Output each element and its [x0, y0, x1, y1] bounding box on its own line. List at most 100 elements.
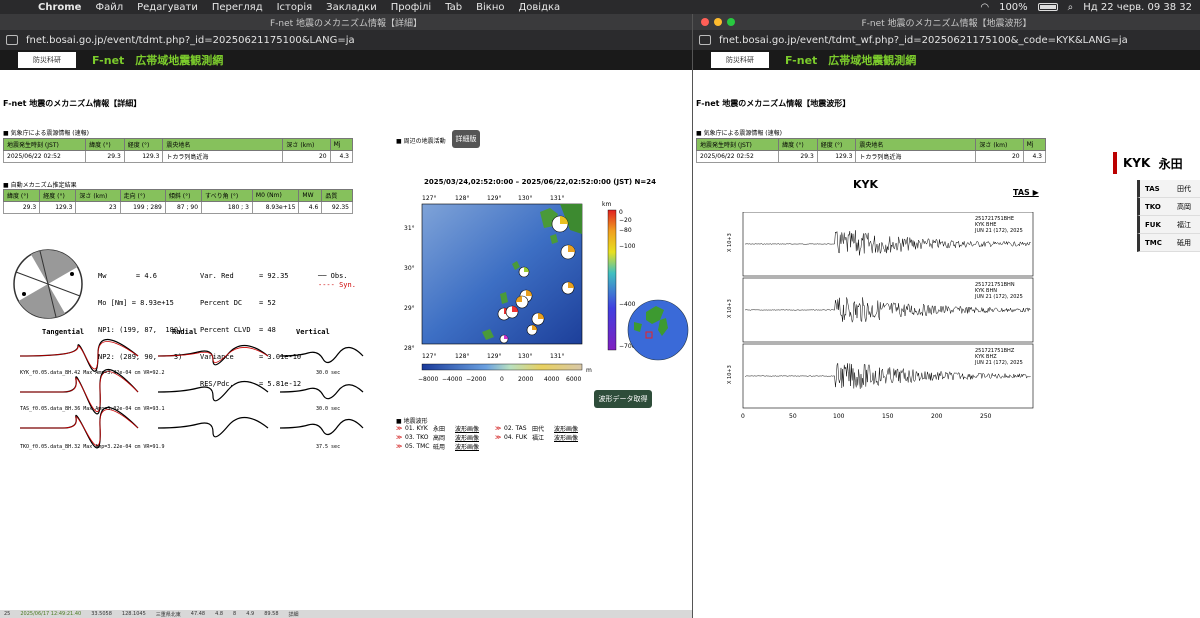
table-header: M0 (Nm)	[251, 189, 300, 202]
time-scale-tko: 37.5 sec	[316, 444, 341, 450]
right-page: 防災科研 F-net 広帯域地震観測網 F-net 地震のメカニズム情報【地震波…	[693, 50, 1200, 618]
jma-section-text: 気象庁による震源情報 (速報)	[10, 130, 89, 137]
current-station: KYK 永田	[1113, 152, 1200, 174]
detail-version-button[interactable]: 詳細版	[452, 130, 480, 148]
table-header-row: 地震発生時刻 (JST) 緯度 (°) 経度 (°) 震央地名 深さ (km) …	[695, 138, 1047, 151]
elev-tick: 0	[500, 376, 504, 383]
station-name: 高岡	[433, 435, 446, 442]
macos-menubar: Chrome Файл Редагувати Перегляд Історія …	[0, 0, 1200, 14]
station-link-tmc[interactable]: TMC 砥用	[1137, 234, 1200, 252]
page-title: F-net 地震のメカニズム情報【詳細】	[3, 99, 142, 108]
legend-syn-label: Syn.	[339, 281, 356, 289]
left-page: 防災科研 F-net 広帯域地震観測網 F-net 地震のメカニズム情報【詳細】…	[0, 50, 692, 618]
close-window-icon[interactable]	[701, 18, 709, 26]
elev-tick: −4000	[442, 376, 462, 383]
window-controls	[701, 18, 735, 26]
table-cell: 2025/06/22 02:52	[695, 150, 780, 163]
station-link-fuk[interactable]: FUK 福江	[1137, 216, 1200, 234]
table-header: 地震発生時刻 (JST)	[695, 138, 780, 151]
left-url[interactable]: fnet.bosai.go.jp/event/tdmt.php?_id=2025…	[26, 35, 355, 46]
elev-tick: 4000	[544, 376, 559, 383]
station-name: 砥用	[1177, 238, 1191, 247]
wifi-icon[interactable]: ◠	[980, 2, 989, 13]
right-window-title: F-net 地震のメカニズム情報【地震波形】	[861, 18, 1032, 29]
arrow-icon: ≫	[396, 434, 403, 441]
y-labels: X 10+3 X 10+3 X 10+3	[727, 233, 733, 384]
menu-app-name[interactable]: Chrome	[38, 2, 81, 13]
table-cell: 92.35	[321, 201, 353, 214]
nied-logo[interactable]: 防災科研	[18, 52, 76, 68]
elev-tick: −8000	[418, 376, 438, 383]
table-cell: 29.3	[2, 201, 41, 214]
strip-cell[interactable]: 詳細	[289, 611, 299, 618]
minimize-window-icon[interactable]	[714, 18, 722, 26]
station-name: 田代	[532, 426, 545, 433]
waveform-image-link[interactable]: 波形画像	[554, 433, 594, 442]
time-scale-kyk: 30.0 sec	[316, 370, 341, 376]
jma-section-text: 気象庁による震源情報 (速報)	[703, 130, 782, 137]
table-cell: 29.3	[85, 150, 125, 163]
right-address-bar[interactable]: fnet.bosai.go.jp/event/tdmt_wf.php?_id=2…	[693, 30, 1200, 50]
wave-label-kyk: KYK_f0.05.data_BH.42 Max Amp=3.42e-04 cm…	[20, 370, 165, 376]
menubar-clock[interactable]: Нд 22 черв. 09 38 32	[1083, 2, 1192, 13]
y-label: X 10+3	[727, 233, 733, 252]
table-cell: 129.3	[816, 150, 857, 163]
strip-cell: 47.48	[190, 611, 206, 617]
site-title: F-net 広帯域地震観測網	[785, 54, 917, 67]
list-item: ≫ 05. TMC 砥用 波形画像	[396, 442, 594, 451]
menu-file[interactable]: Файл	[95, 2, 123, 13]
station-name: 高岡	[1177, 202, 1191, 211]
waveform-image-link[interactable]: 波形画像	[455, 442, 495, 451]
waveform-image-link[interactable]: 波形画像	[455, 424, 495, 433]
battery-percent[interactable]: 100%	[999, 2, 1028, 13]
strip-cell: 89.58	[264, 611, 279, 617]
battery-icon[interactable]	[1037, 3, 1058, 11]
menu-edit[interactable]: Редагувати	[137, 2, 198, 13]
table-header-row: 地震発生時刻 (JST) 緯度 (°) 経度 (°) 震央地名 深さ (km) …	[2, 138, 354, 151]
seismogram-title: KYK	[853, 178, 879, 191]
lon-tick: 129°	[487, 353, 501, 360]
next-station-link[interactable]: TAS ▶	[1013, 188, 1039, 197]
menu-profiles[interactable]: Профілі	[391, 2, 431, 13]
sidebar-toggle-icon[interactable]	[699, 35, 711, 45]
jma-section-title: ■ 気象庁による震源情報 (速報)	[3, 130, 89, 137]
x-tick: 100	[833, 413, 845, 420]
arrow-icon: ≫	[495, 434, 502, 441]
menu-help[interactable]: Довідка	[518, 2, 560, 13]
waveform-image-link[interactable]: 波形画像	[554, 424, 594, 433]
menu-history[interactable]: Історія	[277, 2, 313, 13]
table-header: 傾斜 (°)	[164, 189, 203, 202]
search-icon[interactable]: ⌕	[1068, 2, 1074, 13]
zoom-window-icon[interactable]	[727, 18, 735, 26]
elev-tick: 2000	[518, 376, 533, 383]
right-url[interactable]: fnet.bosai.go.jp/event/tdmt_wf.php?_id=2…	[719, 35, 1128, 46]
waveform-image-link[interactable]: 波形画像	[455, 433, 495, 442]
nied-logo[interactable]: 防災科研	[711, 52, 769, 68]
table-row: 2025/06/22 02:52 29.3 129.3 トカラ列島近海 20 4…	[2, 150, 354, 163]
seismogram-trace	[744, 362, 1031, 389]
sidebar-toggle-icon[interactable]	[6, 35, 18, 45]
arrow-icon: ≫	[396, 443, 403, 450]
table-cell: 129.3	[123, 150, 164, 163]
detail-version-label: 詳細版	[455, 135, 477, 143]
list-item: ≫ 03. TKO 高岡 波形画像 ≫ 04. FUK 福江 波形画像	[396, 433, 594, 442]
station-link-tko[interactable]: TKO 高岡	[1137, 198, 1200, 216]
table-row: 29.3 129.3 23 199 ; 289 87 ; 90 180 ; 3 …	[2, 201, 353, 214]
wave-label-tas: TAS_f0.05.data_BH.36 Max Amp=3.02e-04 cm…	[20, 406, 165, 412]
lat-tick: 28°	[404, 345, 415, 352]
col-vertical: Vertical	[296, 328, 330, 336]
station-name: 永田	[433, 426, 446, 433]
menu-bookmarks[interactable]: Закладки	[326, 2, 377, 13]
menu-view[interactable]: Перегляд	[212, 2, 263, 13]
auto-section-title: ■ 自動メカニズム推定結果	[3, 182, 77, 189]
table-cell: 23	[75, 201, 121, 214]
left-address-bar[interactable]: fnet.bosai.go.jp/event/tdmt.php?_id=2025…	[0, 30, 692, 50]
station-link-tas[interactable]: TAS 田代	[1137, 180, 1200, 198]
menu-tab[interactable]: Tab	[445, 2, 462, 13]
menu-window[interactable]: Вікно	[476, 2, 504, 13]
elevation-ticks: −8000 −4000 −2000 0 2000 4000 6000	[418, 376, 581, 383]
get-waveform-data-button[interactable]: 波形データ取得	[594, 390, 652, 408]
seismicity-map: 127° 128° 129° 130° 131° 31° 30° 29° 28°…	[404, 195, 592, 383]
station-code: 05. TMC	[405, 443, 430, 450]
table-header: 経度 (°)	[39, 189, 77, 202]
